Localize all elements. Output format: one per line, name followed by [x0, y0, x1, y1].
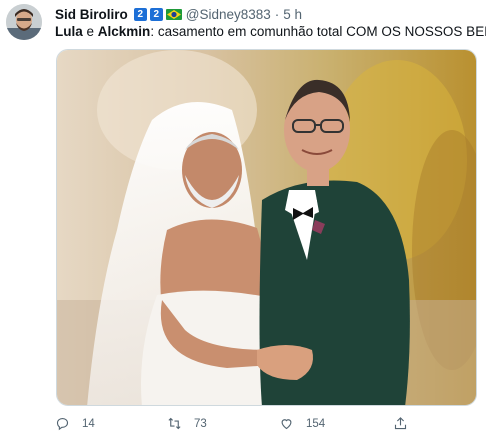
timestamp[interactable]: 5 h: [283, 7, 302, 22]
user-handle[interactable]: @Sidney8383: [186, 7, 271, 22]
like-count: 154: [306, 417, 326, 430]
retweet-icon: [168, 417, 181, 430]
tweet-actions: 14 73 154: [55, 416, 475, 434]
mention-name-1: Lula: [55, 24, 83, 39]
tweet-card[interactable]: Sid Biroliro 2 2 @Sidney8383 · 5 h Lula …: [0, 0, 486, 433]
wedding-photo-image: [57, 50, 476, 405]
tweet-header: Sid Biroliro 2 2 @Sidney8383 · 5 h: [55, 6, 302, 22]
text-conjunction: e: [82, 24, 98, 39]
text-body: : casamento em comunhão total COM OS NOS…: [150, 24, 486, 39]
avatar[interactable]: [6, 4, 42, 40]
tweet-photo[interactable]: [56, 49, 477, 406]
tweet-text: Lula e Alckmin: casamento em comunhão to…: [55, 24, 486, 39]
mention-name-2: Alckmin: [97, 24, 151, 39]
reply-icon: [56, 417, 69, 431]
heart-icon: [281, 419, 292, 430]
separator-dot: ·: [274, 6, 280, 22]
reply-button[interactable]: 14: [55, 416, 95, 431]
brazil-flag-icon: [165, 8, 182, 20]
share-icon: [394, 417, 407, 430]
like-button[interactable]: 154: [279, 416, 325, 431]
retweet-count: 73: [194, 417, 207, 430]
share-button[interactable]: [393, 416, 408, 431]
number-badge: 2: [133, 7, 147, 21]
retweet-button[interactable]: 73: [167, 416, 207, 431]
display-name[interactable]: Sid Biroliro: [55, 7, 128, 22]
number-badge: 2: [149, 7, 163, 21]
reply-count: 14: [82, 417, 95, 430]
